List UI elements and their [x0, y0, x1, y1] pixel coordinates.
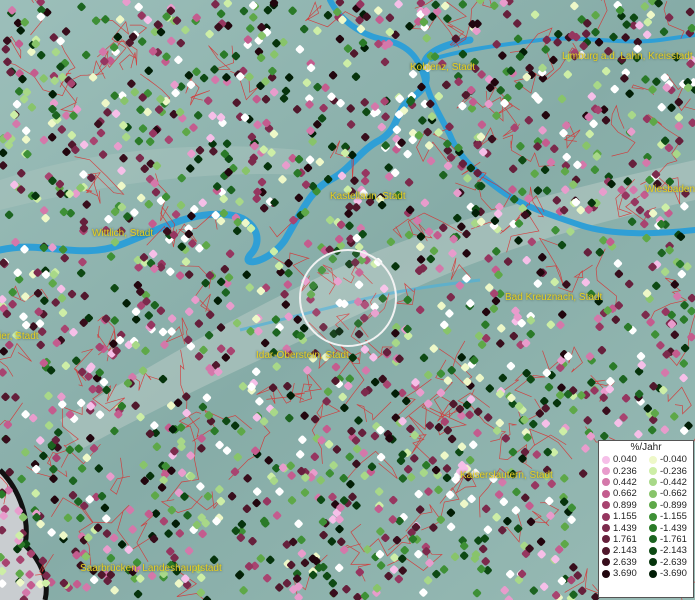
city-label-wittlich: Wittlich, Stadt [92, 228, 154, 239]
legend-negative-label: -2.143 [660, 545, 687, 557]
legend-positive-label: 0.899 [613, 499, 637, 511]
legend-row: 1.155 -1.155 [599, 511, 693, 522]
city-label-kaiserslautern: Kaiserslautern, Stadt [460, 470, 553, 481]
legend-positive-entry: 0.236 [599, 466, 646, 477]
legend-positive-label: 2.639 [613, 556, 637, 568]
legend-negative-label: -1.155 [660, 511, 687, 523]
legend-positive-swatch [602, 467, 610, 476]
legend-row: 2.639 -2.639 [599, 557, 693, 568]
legend-negative-swatch [649, 478, 657, 487]
legend-negative-swatch [649, 467, 657, 476]
legend-row: 0.662 -0.662 [599, 488, 693, 499]
legend-row: 1.761 -1.761 [599, 534, 693, 545]
legend-negative-entry: -0.662 [646, 488, 693, 499]
legend-positive-entry: 1.439 [599, 523, 646, 534]
legend-positive-label: 1.439 [613, 522, 637, 534]
legend-positive-swatch [602, 569, 610, 578]
legend-negative-label: -2.639 [660, 556, 687, 568]
legend-positive-swatch [602, 535, 610, 544]
legend-positive-label: 0.662 [613, 488, 637, 500]
legend-positive-label: 3.690 [613, 568, 637, 580]
legend-positive-swatch [602, 501, 610, 510]
legend-positive-entry: 3.690 [599, 568, 646, 579]
legend-title: %/Jahr [630, 442, 662, 453]
legend-positive-swatch [602, 478, 610, 487]
legend-positive-swatch [602, 455, 610, 464]
legend-positive-entry: 2.639 [599, 557, 646, 568]
city-label-koblenz: Koblenz, Stadt [410, 62, 476, 73]
legend-negative-label: -0.662 [660, 488, 687, 500]
city-label-kastellaun: Kastellaun, Stadt [330, 191, 406, 202]
city-label-trier: Trier, Stadt [0, 331, 39, 342]
legend-positive-label: 1.761 [613, 533, 637, 545]
city-label-saarbruecken: Saarbrücken, Landeshauptstadt [80, 563, 222, 574]
legend-row: 3.690 -3.690 [599, 568, 693, 579]
legend-positive-label: 1.155 [613, 511, 637, 523]
legend-negative-swatch [649, 489, 657, 498]
legend-negative-swatch [649, 558, 657, 567]
legend-positive-entry: 1.155 [599, 511, 646, 522]
selection-circle[interactable] [299, 249, 397, 347]
city-label-idar-oberstein: Idar-Oberstein, Stadt [256, 350, 349, 361]
legend-row: 0.899 -0.899 [599, 500, 693, 511]
legend-negative-label: -1.439 [660, 522, 687, 534]
legend-positive-entry: 0.899 [599, 500, 646, 511]
legend-positive-label: 0.236 [613, 465, 637, 477]
legend-rows: 0.040 -0.040 0.236 -0.236 0.442 -0.442 0.662 -0… [599, 454, 693, 579]
legend-negative-label: -0.442 [660, 476, 687, 488]
city-label-bad-kreuznach: Bad Kreuznach, Stadt [505, 292, 603, 303]
legend-negative-entry: -1.439 [646, 523, 693, 534]
legend-negative-label: -0.899 [660, 499, 687, 511]
legend-negative-label: -1.761 [660, 533, 687, 545]
legend-row: 0.040 -0.040 [599, 454, 693, 465]
legend-negative-entry: -1.761 [646, 534, 693, 545]
legend-positive-swatch [602, 512, 610, 521]
legend-negative-swatch [649, 524, 657, 533]
legend-positive-entry: 0.040 [599, 454, 646, 465]
legend-negative-entry: -1.155 [646, 511, 693, 522]
legend-negative-label: -0.040 [660, 454, 687, 466]
legend-negative-label: -3.690 [660, 568, 687, 580]
legend-positive-swatch [602, 524, 610, 533]
city-label-limburg: Limburg a.d. Lahn, Kreisstadt [562, 51, 693, 62]
legend-positive-entry: 0.662 [599, 488, 646, 499]
legend-negative-entry: -0.236 [646, 466, 693, 477]
legend: %/Jahr 0.040 -0.040 0.236 -0.236 0.442 -0.442… [598, 440, 694, 598]
legend-negative-swatch [649, 546, 657, 555]
legend-negative-entry: -0.442 [646, 477, 693, 488]
legend-positive-entry: 1.761 [599, 534, 646, 545]
legend-positive-label: 0.442 [613, 476, 637, 488]
legend-negative-entry: -0.040 [646, 454, 693, 465]
legend-negative-swatch [649, 569, 657, 578]
legend-row: 0.442 -0.442 [599, 477, 693, 488]
legend-positive-swatch [602, 558, 610, 567]
legend-negative-swatch [649, 455, 657, 464]
legend-negative-entry: -2.639 [646, 557, 693, 568]
legend-positive-entry: 2.143 [599, 545, 646, 556]
legend-negative-label: -0.236 [660, 465, 687, 477]
legend-positive-swatch [602, 546, 610, 555]
legend-row: 1.439 -1.439 [599, 522, 693, 534]
legend-row: 2.143 -2.143 [599, 545, 693, 556]
legend-negative-swatch [649, 501, 657, 510]
city-label-wiesbaden: Wiesbaden [645, 184, 695, 195]
legend-row: 0.236 -0.236 [599, 465, 693, 477]
legend-positive-entry: 0.442 [599, 477, 646, 488]
legend-negative-entry: -2.143 [646, 545, 693, 556]
legend-negative-entry: -3.690 [646, 568, 693, 579]
legend-positive-swatch [602, 489, 610, 498]
legend-negative-swatch [649, 535, 657, 544]
legend-negative-entry: -0.899 [646, 500, 693, 511]
legend-negative-swatch [649, 512, 657, 521]
legend-positive-label: 0.040 [613, 454, 637, 466]
legend-positive-label: 2.143 [613, 545, 637, 557]
